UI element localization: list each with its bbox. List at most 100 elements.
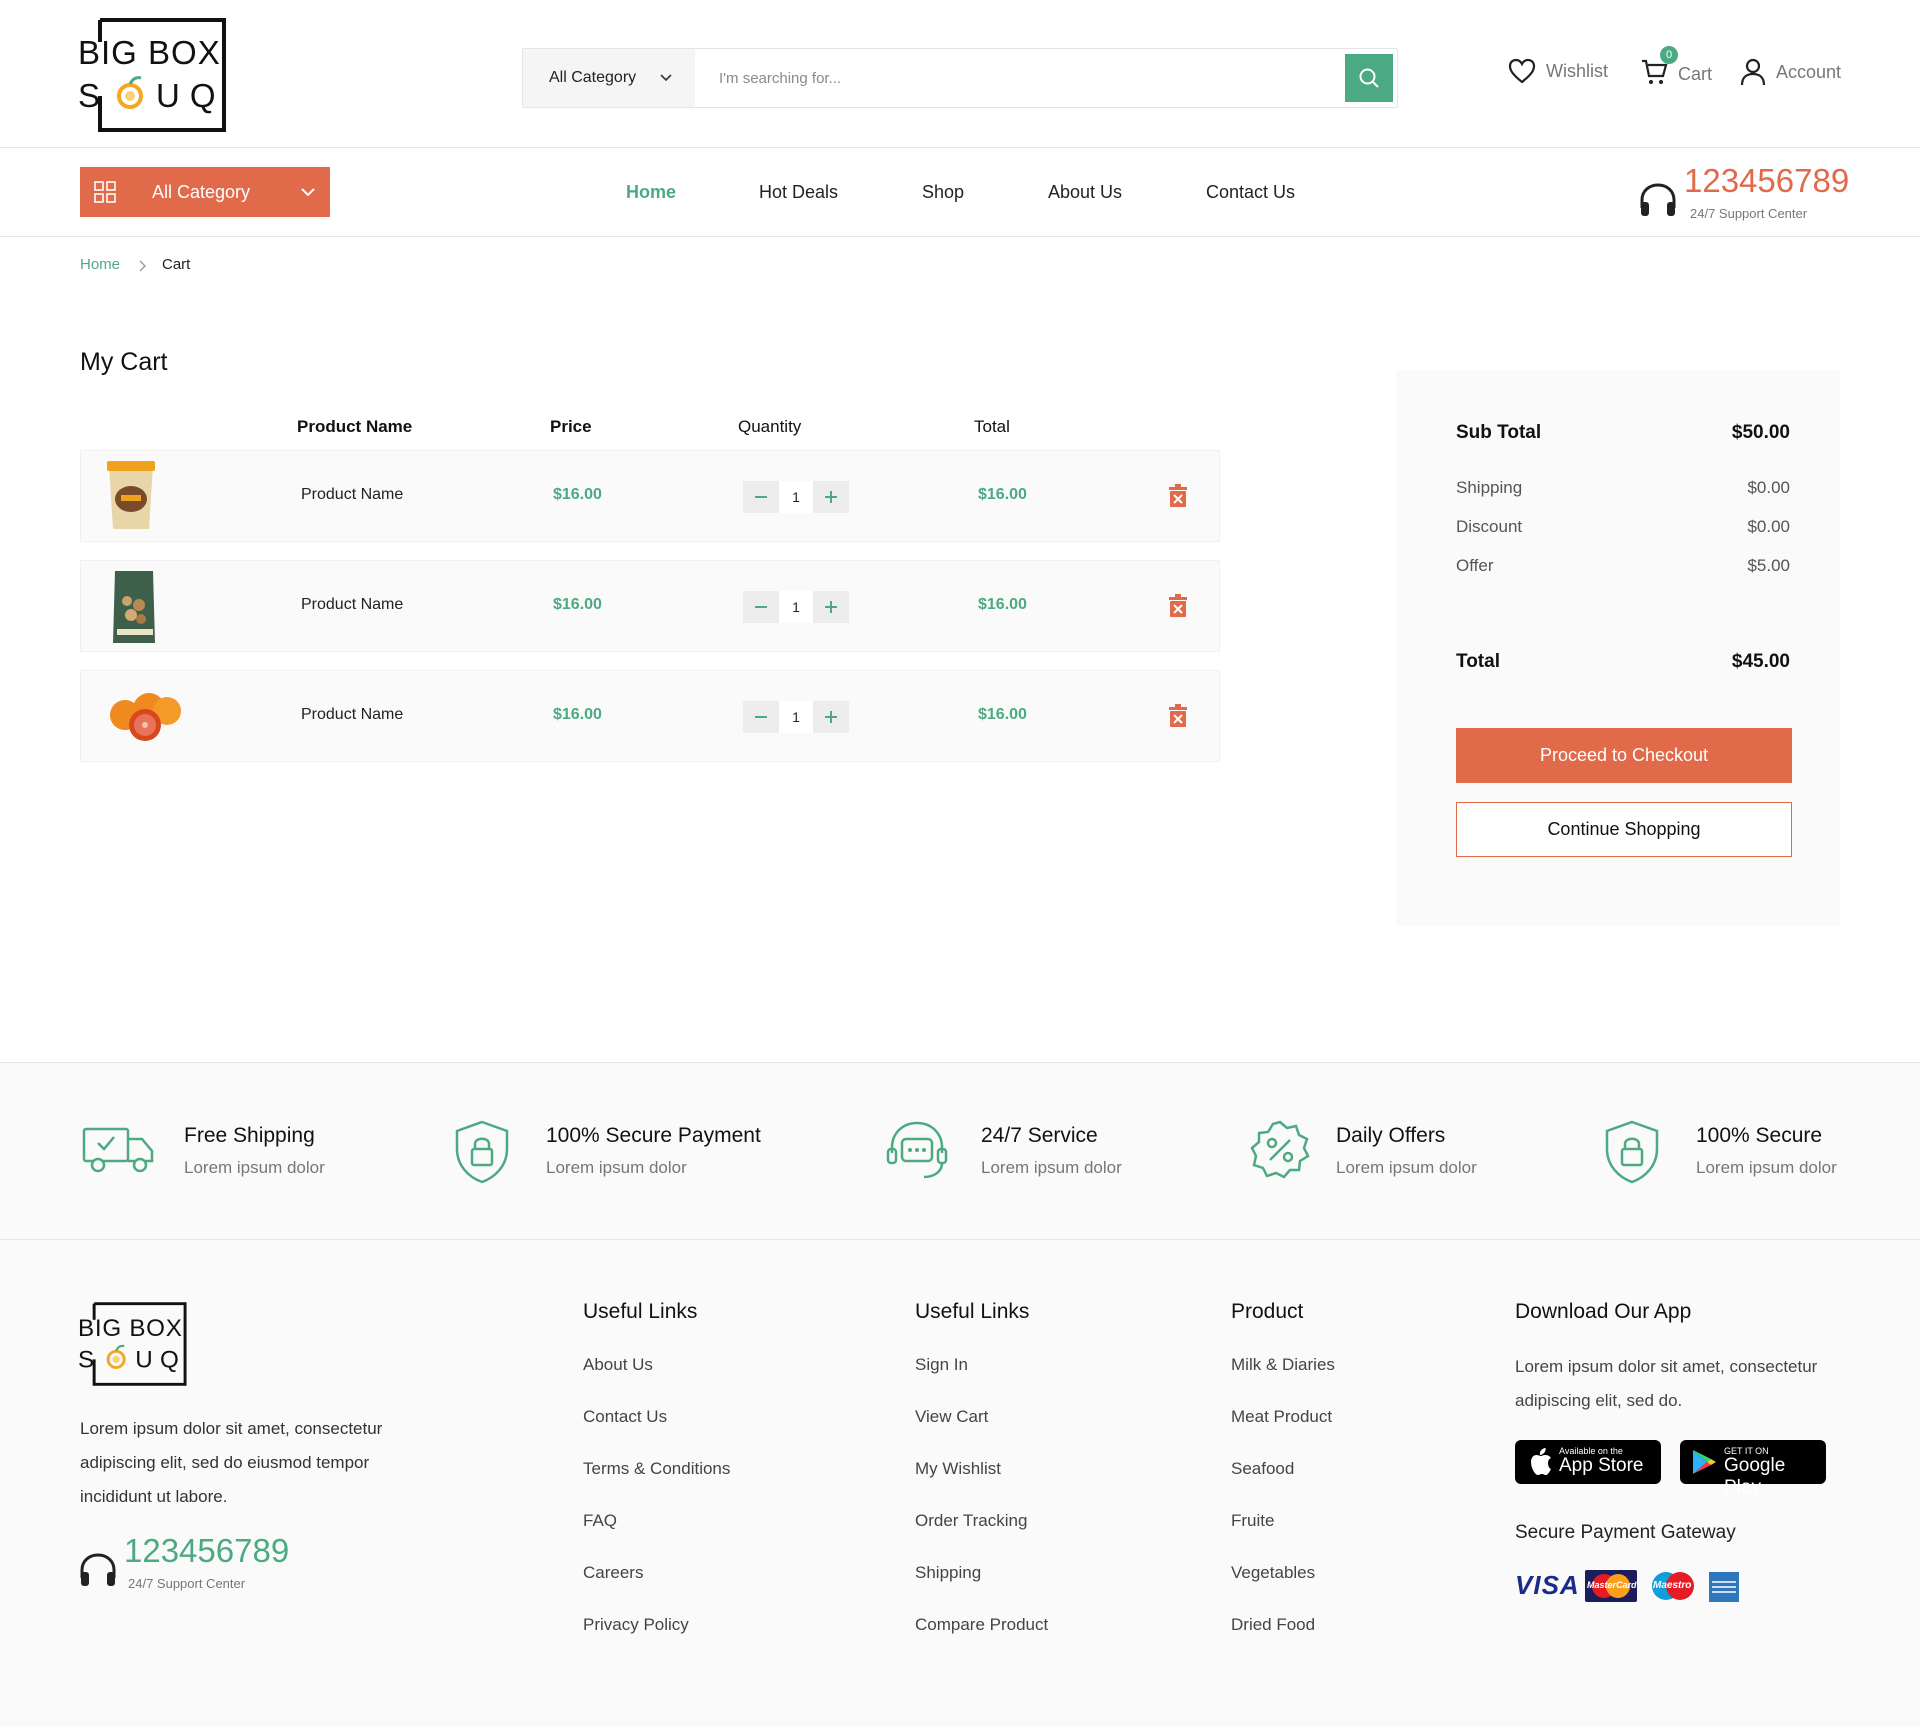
- discount-row: Discount $0.00: [1456, 517, 1790, 537]
- chevron-right-icon: [139, 260, 146, 272]
- footer-link-privacy[interactable]: Privacy Policy: [583, 1615, 689, 1635]
- svg-text:UQ: UQ: [135, 1346, 186, 1373]
- order-summary: Sub Total $50.00 Shipping $0.00 Discount…: [1396, 370, 1840, 926]
- all-category-button[interactable]: All Category: [80, 167, 330, 217]
- quantity-increase-button[interactable]: [813, 591, 849, 623]
- trash-icon[interactable]: [1167, 704, 1189, 728]
- support-contact: 123456789 24/7 Support Center: [1638, 162, 1849, 222]
- checkout-button[interactable]: Proceed to Checkout: [1456, 728, 1792, 783]
- nav-about-us[interactable]: About Us: [1048, 182, 1122, 203]
- feature-title: 100% Secure: [1696, 1124, 1823, 1147]
- total-row: Total $45.00: [1456, 651, 1790, 673]
- footer-col-title: Product: [1231, 1300, 1304, 1323]
- google-play-button[interactable]: GET IT ON Google Play: [1680, 1440, 1826, 1498]
- footer-link-about-us[interactable]: About Us: [583, 1355, 653, 1375]
- feature-subtitle: Lorem ipsum dolor: [981, 1158, 1122, 1177]
- product-name[interactable]: Product Name: [301, 486, 403, 504]
- subtotal-value: $50.00: [1731, 422, 1790, 443]
- product-name[interactable]: Product Name: [301, 706, 403, 724]
- cart-link[interactable]: 0 Cart: [1640, 46, 1713, 91]
- payment-gateway-title: Secure Payment Gateway: [1515, 1522, 1736, 1543]
- maestro-logo: Maestro: [1647, 1570, 1699, 1602]
- plus-icon: [825, 601, 837, 613]
- cart-row: Product Name $16.00 1 $16.00: [80, 560, 1220, 652]
- footer-link-dried-food[interactable]: Dried Food: [1231, 1615, 1315, 1635]
- all-category-label: All Category: [152, 181, 251, 202]
- footer-link-fruite[interactable]: Fruite: [1231, 1511, 1274, 1531]
- search-input[interactable]: [695, 49, 1331, 107]
- col-header-price: Price: [550, 417, 592, 436]
- svg-text:S: S: [78, 1346, 99, 1373]
- quantity-value[interactable]: 1: [779, 481, 813, 513]
- quantity-decrease-button[interactable]: [743, 591, 779, 623]
- app-store-button[interactable]: Available on the App Store: [1515, 1440, 1661, 1484]
- breadcrumb-home[interactable]: Home: [80, 256, 120, 273]
- shipping-label: Shipping: [1456, 478, 1523, 497]
- subtotal-label: Sub Total: [1456, 422, 1542, 443]
- footer-link-meat[interactable]: Meat Product: [1231, 1407, 1332, 1427]
- wishlist-link[interactable]: Wishlist: [1508, 58, 1608, 84]
- continue-shopping-button[interactable]: Continue Shopping: [1456, 802, 1792, 857]
- cart-count-badge: 0: [1660, 46, 1678, 64]
- quantity-value[interactable]: 1: [779, 591, 813, 623]
- minus-icon: [755, 606, 767, 608]
- cart-label: Cart: [1678, 64, 1713, 84]
- product-price: $16.00: [553, 596, 602, 613]
- search-icon: [1359, 68, 1379, 88]
- quantity-value[interactable]: 1: [779, 701, 813, 733]
- account-link[interactable]: Account: [1740, 58, 1841, 86]
- footer-link-terms[interactable]: Terms & Conditions: [583, 1459, 730, 1479]
- shield-lock-icon: [455, 1120, 509, 1184]
- breadcrumb-current: Cart: [162, 256, 191, 273]
- product-name[interactable]: Product Name: [301, 596, 403, 614]
- mastercard-logo: MasterCard: [1585, 1570, 1637, 1602]
- user-icon: [1740, 58, 1766, 86]
- shield-lock-icon: [1605, 1120, 1659, 1184]
- footer-link-wishlist[interactable]: My Wishlist: [915, 1459, 1001, 1479]
- discount-badge-icon: [1250, 1120, 1310, 1179]
- quantity-decrease-button[interactable]: [743, 701, 779, 733]
- footer-link-vegetables[interactable]: Vegetables: [1231, 1563, 1315, 1583]
- footer-about-text: Lorem ipsum dolor sit amet, consectetur …: [80, 1419, 383, 1506]
- footer-logo[interactable]: BIG BOX S UQ: [78, 1300, 188, 1388]
- cart-row: Product Name $16.00 1 $16.00: [80, 450, 1220, 542]
- footer-link-careers[interactable]: Careers: [583, 1563, 643, 1583]
- quantity-increase-button[interactable]: [813, 481, 849, 513]
- app-description: Lorem ipsum dolor sit amet, consectetur …: [1515, 1357, 1818, 1410]
- footer-support: 123456789 24/7 Support Center: [78, 1532, 318, 1592]
- trash-icon[interactable]: [1167, 594, 1189, 618]
- footer-link-shipping[interactable]: Shipping: [915, 1563, 981, 1583]
- nav-shop[interactable]: Shop: [922, 182, 964, 203]
- footer-link-sign-in[interactable]: Sign In: [915, 1355, 968, 1375]
- search-button[interactable]: [1345, 54, 1393, 102]
- line-total: $16.00: [978, 596, 1027, 613]
- minus-icon: [755, 496, 767, 498]
- grid-icon: [94, 181, 116, 203]
- nav-home[interactable]: Home: [626, 182, 676, 203]
- search-category-select[interactable]: All Category: [523, 49, 695, 107]
- footer-link-contact-us[interactable]: Contact Us: [583, 1407, 667, 1427]
- footer-col-title: Useful Links: [583, 1300, 698, 1323]
- footer-link-faq[interactable]: FAQ: [583, 1511, 617, 1531]
- brand-logo[interactable]: BIG BOX S UQ: [78, 16, 228, 134]
- offer-label: Offer: [1456, 556, 1494, 575]
- support-number[interactable]: 123456789: [1684, 162, 1849, 200]
- nav-hot-deals[interactable]: Hot Deals: [759, 182, 838, 203]
- discount-label: Discount: [1456, 517, 1523, 536]
- footer-support-number[interactable]: 123456789: [124, 1532, 289, 1570]
- col-header-quantity: Quantity: [738, 417, 802, 436]
- footer-link-milk[interactable]: Milk & Diaries: [1231, 1355, 1335, 1375]
- nav-contact-us[interactable]: Contact Us: [1206, 182, 1295, 203]
- footer-link-compare[interactable]: Compare Product: [915, 1615, 1048, 1635]
- amex-logo: [1709, 1572, 1739, 1602]
- discount-value: $0.00: [1747, 517, 1790, 536]
- quantity-decrease-button[interactable]: [743, 481, 779, 513]
- footer-link-order-tracking[interactable]: Order Tracking: [915, 1511, 1027, 1531]
- quantity-increase-button[interactable]: [813, 701, 849, 733]
- footer-link-seafood[interactable]: Seafood: [1231, 1459, 1294, 1479]
- footer-link-view-cart[interactable]: View Cart: [915, 1407, 988, 1427]
- trash-icon[interactable]: [1167, 484, 1189, 508]
- google-play-big: Google Play: [1724, 1455, 1786, 1498]
- product-image: [95, 459, 189, 535]
- feature-subtitle: Lorem ipsum dolor: [1696, 1158, 1837, 1177]
